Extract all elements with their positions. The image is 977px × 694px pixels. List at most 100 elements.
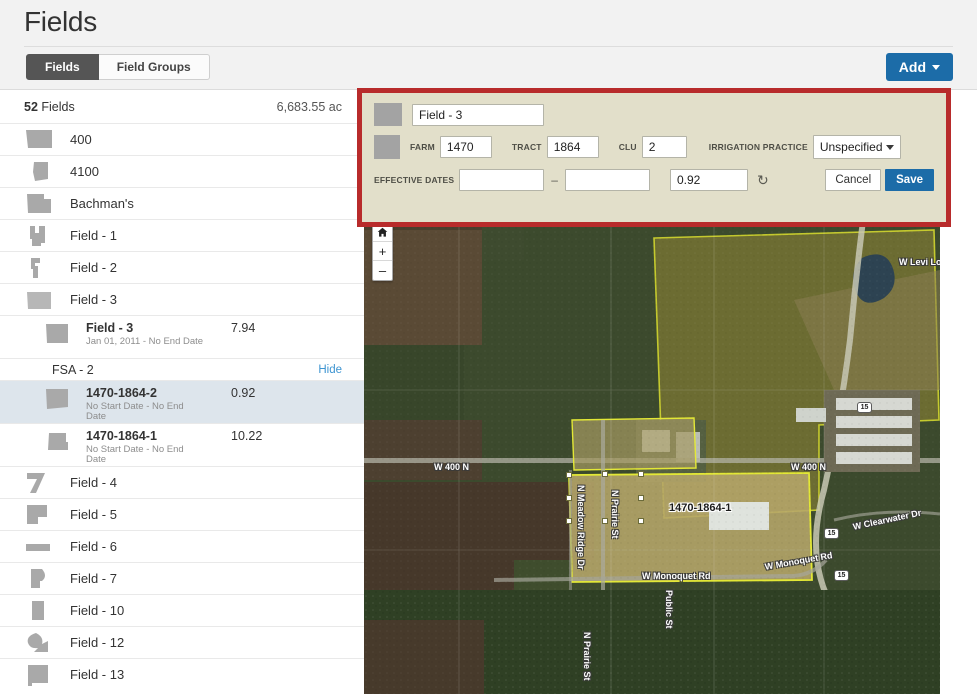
field-edit-panel: FARM TRACT CLU IRRIGATION PRACTICE Unspe… xyxy=(362,93,946,222)
acres-input[interactable] xyxy=(669,169,748,191)
list-item-label: Field - 3 xyxy=(70,292,117,307)
vertex-handle[interactable] xyxy=(638,471,644,477)
map-controls[interactable]: + – xyxy=(372,222,393,281)
field-name-input[interactable] xyxy=(412,103,544,126)
list-item[interactable]: 4100 xyxy=(0,155,364,187)
refresh-icon[interactable]: ↻ xyxy=(757,173,769,187)
clu-input[interactable] xyxy=(641,136,687,158)
sub-item-title: 1470-1864-2 xyxy=(86,386,157,400)
fields-total-area: 6,683.55 ac xyxy=(276,99,342,114)
list-item-label: Field - 4 xyxy=(70,475,117,490)
list-item-sub[interactable]: 1470-1864-1 No Start Date - No End Date … xyxy=(0,423,364,466)
sub-item-dates: No Start Date - No End Date xyxy=(86,444,184,465)
add-button[interactable]: Add xyxy=(885,53,953,81)
field-shape-icon xyxy=(24,288,60,312)
farm-input[interactable] xyxy=(439,136,492,158)
vertex-handle[interactable] xyxy=(602,518,608,524)
vertex-handle[interactable] xyxy=(638,518,644,524)
title-divider xyxy=(24,46,953,47)
sub-item-area: 7.94 xyxy=(231,321,256,335)
list-item-label: 400 xyxy=(70,132,92,147)
field-shape-icon xyxy=(44,431,76,455)
field-shape-icon xyxy=(24,224,60,248)
list-item[interactable]: Field - 12 xyxy=(0,626,364,658)
list-item[interactable]: Field - 6 xyxy=(0,530,364,562)
tract-input[interactable] xyxy=(546,136,599,158)
chevron-down-icon xyxy=(885,144,894,150)
tract-label: TRACT xyxy=(511,142,542,152)
effective-date-start-input[interactable] xyxy=(459,169,545,191)
fields-count: 52 Fields xyxy=(24,99,75,114)
page-header: Fields Fields Field Groups Add xyxy=(0,0,977,90)
field-thumbnail xyxy=(374,103,402,126)
vertex-handle[interactable] xyxy=(566,495,572,501)
zoom-out-button[interactable]: – xyxy=(373,261,392,280)
fields-sidebar[interactable]: 52 Fields 6,683.55 ac 400 4100 Bachman's xyxy=(0,90,364,694)
sub-item-area: 0.92 xyxy=(231,386,256,400)
clu-label: CLU xyxy=(618,142,637,152)
list-item[interactable]: Field - 5 xyxy=(0,498,364,530)
field-shape-icon xyxy=(24,128,60,152)
field-shape-icon xyxy=(24,567,60,591)
fields-summary: 52 Fields 6,683.55 ac xyxy=(0,90,364,123)
sub-item-title: Field - 3 xyxy=(86,321,134,335)
list-item-sub-selected[interactable]: 1470-1864-2 No Start Date - No End Date … xyxy=(0,380,364,423)
list-item-label: Field - 13 xyxy=(70,667,125,682)
list-item-label: Field - 5 xyxy=(70,507,117,522)
field-shape-icon xyxy=(24,160,60,184)
list-item[interactable]: Field - 1 xyxy=(0,219,364,251)
list-item-label: Bachman's xyxy=(70,196,134,211)
effective-dates-label: EFFECTIVE DATES xyxy=(374,175,455,185)
field-shape-icon xyxy=(24,599,60,623)
vertex-handle[interactable] xyxy=(602,471,608,477)
field-shape-icon xyxy=(44,323,76,347)
field-shape-icon xyxy=(24,535,60,559)
list-item[interactable]: Field - 13 xyxy=(0,658,364,690)
list-item[interactable]: Field - 10 xyxy=(0,594,364,626)
save-button[interactable]: Save xyxy=(885,169,934,191)
page-title: Fields xyxy=(24,6,97,37)
list-item[interactable]: Field - 3 xyxy=(0,283,364,315)
field-shape-icon xyxy=(24,192,60,216)
list-item[interactable]: Bachman's xyxy=(0,187,364,219)
edit-row-dates: EFFECTIVE DATES – ↻ Cancel Save xyxy=(374,169,934,191)
field-edit-highlight-border: FARM TRACT CLU IRRIGATION PRACTICE Unspe… xyxy=(357,88,951,227)
list-item-label: Field - 6 xyxy=(70,539,117,554)
zoom-in-button[interactable]: + xyxy=(373,242,392,261)
list-item-label: Field - 12 xyxy=(70,635,125,650)
group-header-fsa: FSA - 2 Hide xyxy=(0,358,364,380)
edit-actions: Cancel Save xyxy=(825,169,934,191)
field-shape-icon xyxy=(24,256,60,280)
effective-date-end-input[interactable] xyxy=(564,169,650,191)
list-item-sub[interactable]: Field - 3 Jan 01, 2011 - No End Date 7.9… xyxy=(0,315,364,358)
vertex-handle[interactable] xyxy=(566,518,572,524)
list-item[interactable]: 400 xyxy=(0,123,364,155)
tab-bar: Fields Field Groups xyxy=(26,54,210,80)
date-range-separator: – xyxy=(551,173,558,187)
tab-field-groups[interactable]: Field Groups xyxy=(98,54,210,80)
list-item[interactable]: Field - 7 xyxy=(0,562,364,594)
field-shape-icon xyxy=(24,663,60,687)
irrigation-practice-select[interactable]: Unspecified xyxy=(812,135,901,159)
vertex-handle[interactable] xyxy=(566,472,572,478)
clu-thumbnail xyxy=(374,135,400,159)
app-root: Fields Fields Field Groups Add 52 Fields… xyxy=(0,0,977,694)
edit-row-name xyxy=(374,103,934,126)
list-item[interactable]: Field - 2 xyxy=(0,251,364,283)
group-label: FSA - 2 xyxy=(52,362,94,377)
tab-fields[interactable]: Fields xyxy=(26,54,99,80)
edit-row-ids: FARM TRACT CLU IRRIGATION PRACTICE Unspe… xyxy=(374,135,934,159)
cancel-button[interactable]: Cancel xyxy=(825,169,882,191)
vertex-handle[interactable] xyxy=(638,495,644,501)
list-item[interactable]: Field - 4 xyxy=(0,466,364,498)
farm-label: FARM xyxy=(410,142,435,152)
list-item-label: Field - 10 xyxy=(70,603,125,618)
sub-item-title: 1470-1864-1 xyxy=(86,429,157,443)
hide-link[interactable]: Hide xyxy=(318,364,342,376)
list-item-label: Field - 1 xyxy=(70,228,117,243)
sub-item-dates: No Start Date - No End Date xyxy=(86,401,184,422)
irrigation-practice-value: Unspecified xyxy=(819,140,883,154)
add-button-label: Add xyxy=(898,59,926,75)
field-shape-icon xyxy=(24,503,60,527)
list-item-label: 4100 xyxy=(70,164,99,179)
